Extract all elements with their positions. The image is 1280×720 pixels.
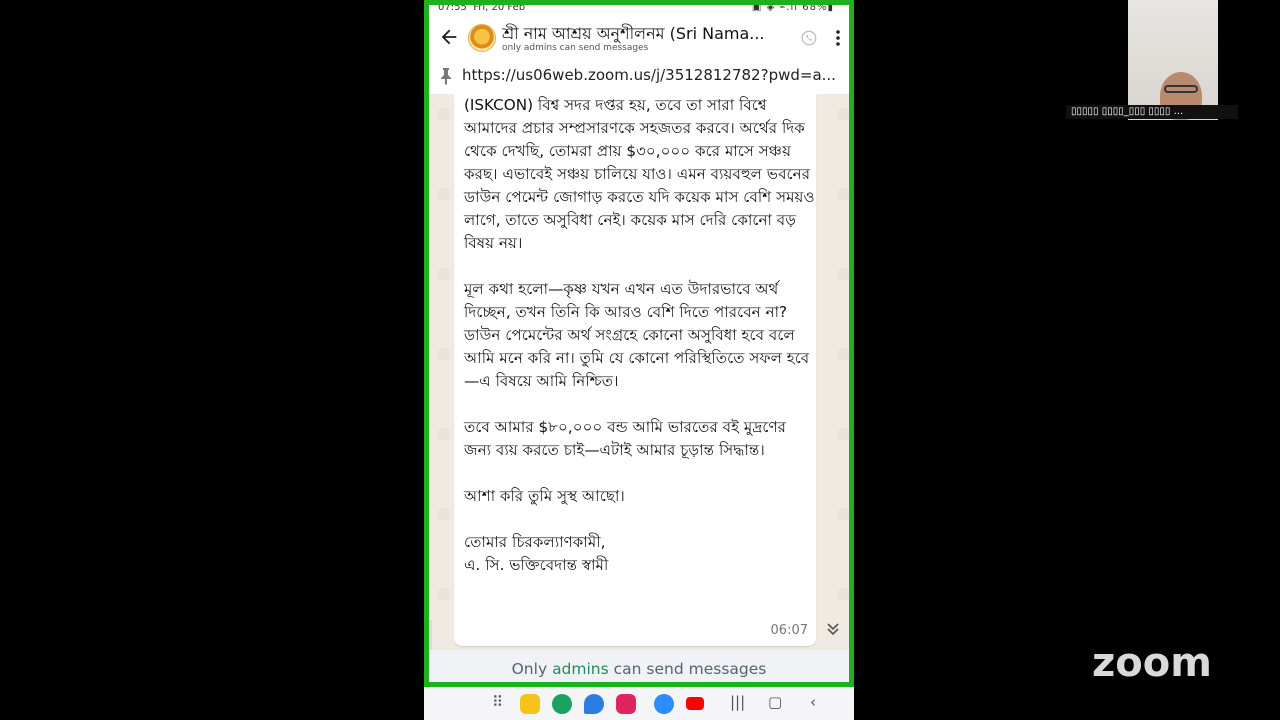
group-avatar[interactable] (468, 24, 496, 52)
zoom-app-icon[interactable] (654, 694, 674, 714)
message-paragraph: মূল কথা হলো—কৃষ্ণ যখন এখন এত উদারভাবে অর… (464, 280, 810, 390)
message-bubble[interactable]: (ISKCON) বিশ্ব সদর দপ্তর হয়, তবে তা সার… (454, 94, 816, 646)
apps-grid-icon[interactable]: ⠿ (492, 693, 503, 711)
pinned-message-bar[interactable]: https://us06web.zoom.us/j/3512812782?pwd… (424, 58, 854, 95)
pin-icon (441, 68, 451, 85)
admins-only-notice: Only admins can send messages (424, 650, 854, 687)
call-icon[interactable] (800, 29, 818, 47)
group-subtitle: only admins can send messages (502, 43, 649, 53)
home-icon[interactable]: ▢ (768, 693, 782, 711)
participant-name: ▯▯▯▯▯ ▯▯▯▯_▯▯▯ ▯▯▯▯ ... (1066, 105, 1238, 119)
message-closing: তোমার চিরকল্যাণকামী, (464, 533, 606, 551)
youtube-app-icon[interactable] (686, 697, 704, 710)
zoom-logo: zoom (1092, 640, 1212, 686)
battery-percent: 68% (802, 2, 828, 13)
admins-link[interactable]: admins (552, 660, 609, 678)
status-bar: 07:55 Fri, 20 Feb ▣ ◈ ⌁.ıl 68%▮ (438, 2, 834, 13)
notice-prefix: Only (511, 660, 548, 678)
message-time: 06:07 (770, 623, 808, 638)
messages-app-icon[interactable] (584, 694, 604, 714)
message-paragraph: (ISKCON) বিশ্ব সদর দপ্তর হয়, তবে তা সার… (464, 96, 815, 252)
scroll-down-icon[interactable] (822, 618, 844, 640)
screen-recorder-icon[interactable] (616, 694, 636, 714)
phone-app-icon[interactable] (552, 694, 572, 714)
chat-background: (ISKCON) বিশ্ব সদর দপ্তর হয়, তবে তা সার… (424, 94, 854, 650)
chat-header: শ্রী নাম আশ্রয় অনুশীলনম (Sri Nama... on… (424, 16, 854, 58)
message-signature: এ. সি. ভক্তিবেদান্ত স্বামী (464, 556, 609, 574)
edge-panel-handle[interactable] (424, 620, 432, 654)
participant-video[interactable] (1128, 0, 1218, 120)
status-date: Fri, 20 Feb (473, 2, 526, 13)
notice-suffix: can send messages (613, 660, 767, 678)
recents-icon[interactable]: ||| (730, 693, 745, 711)
pinned-link[interactable]: https://us06web.zoom.us/j/3512812782?pwd… (462, 66, 842, 84)
message-paragraph: আশা করি তুমি সুস্থ আছো। (464, 487, 625, 505)
message-paragraph: তবে আমার $৮০,০০০ বন্ড আমি ভারতের বই মুদ্… (464, 418, 787, 459)
back-arrow-icon[interactable] (438, 26, 460, 48)
notes-app-icon[interactable] (520, 694, 540, 714)
status-time: 07:55 (438, 2, 467, 13)
nav-back-icon[interactable]: ‹ (810, 693, 816, 711)
shared-phone-screen: 07:55 Fri, 20 Feb ▣ ◈ ⌁.ıl 68%▮ শ্রী নাম… (424, 0, 854, 720)
more-vert-icon[interactable] (830, 28, 846, 48)
participant-glasses (1164, 85, 1198, 93)
android-nav-bar: ⠿ ||| ▢ ‹ (424, 687, 854, 720)
message-text: (ISKCON) বিশ্ব সদর দপ্তর হয়, তবে তা সার… (464, 94, 816, 577)
